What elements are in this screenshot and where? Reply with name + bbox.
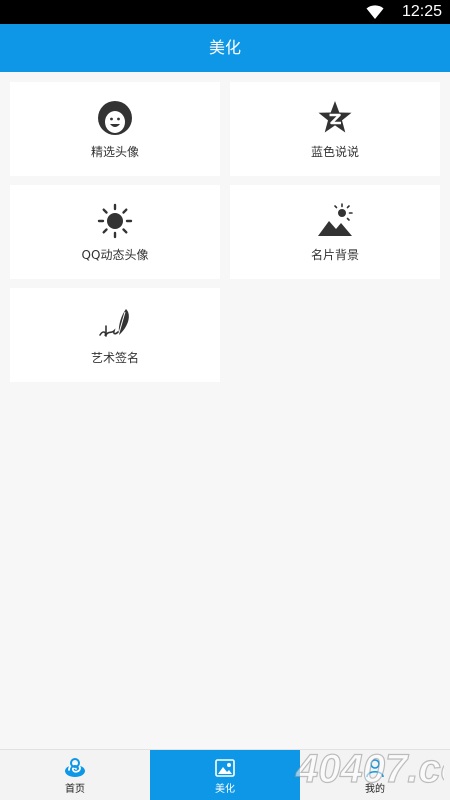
tab-label: 美化 [215,784,235,795]
app-bar: 美化 [0,24,450,72]
card-label: 蓝色说说 [310,145,359,159]
card-qq-dynamic-avatars[interactable]: QQ动态头像 [10,185,220,279]
wifi-icon [366,5,384,19]
tab-label: 首页 [65,784,85,795]
sun-icon [97,203,133,239]
card-profile-background[interactable]: 名片背景 [230,185,440,279]
card-label: 精选头像 [90,145,139,159]
tab-home[interactable]: 首页 [0,750,150,800]
person-icon [366,759,384,778]
tab-beautify[interactable]: 美化 [150,750,300,800]
card-art-signature[interactable]: 艺术签名 [10,288,220,382]
tab-mine[interactable]: 我的 [300,750,450,800]
card-label: 艺术签名 [90,351,139,365]
bottom-tab-bar: 首页 美化 我的 [0,749,450,800]
page-title: 美化 [208,38,241,57]
landscape-icon [318,203,353,236]
card-blue-posts[interactable]: 蓝色说说 [230,82,440,176]
card-label: 名片背景 [310,248,359,262]
tab-label: 我的 [365,784,385,795]
status-bar: 12:25 [0,0,450,24]
smiley-avatar-icon [98,101,132,135]
card-label: QQ动态头像 [81,248,149,262]
quill-signature-icon [99,309,129,341]
image-icon [215,759,235,777]
status-time: 12:25 [401,3,442,20]
card-featured-avatars[interactable]: 精选头像 [10,82,220,176]
qzone-star-icon [318,101,352,133]
swirl-home-icon [65,758,85,777]
